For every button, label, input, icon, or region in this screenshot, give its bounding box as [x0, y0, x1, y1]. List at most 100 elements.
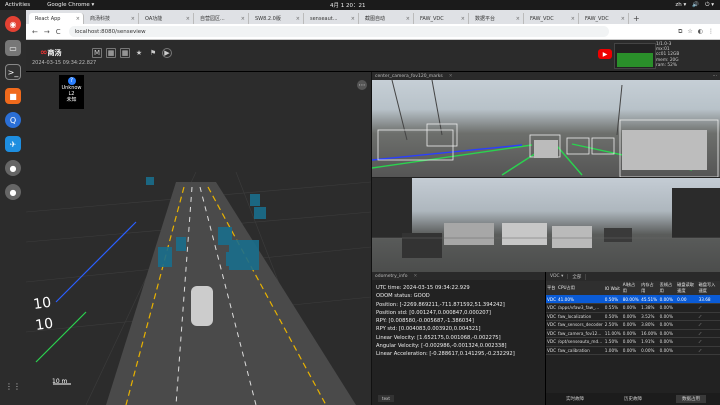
menu-icon[interactable]: ⋮	[708, 28, 714, 36]
chrome-icon[interactable]: ◉	[5, 16, 21, 32]
system-tray[interactable]: zh ▾ 🔊 ⏻ ▾	[675, 2, 714, 9]
table-row[interactable]: VDC faw_calibration 1.00% 0.00% 0.00% 0.00% ⟋	[546, 346, 720, 355]
table-row[interactable]: VDC 41.00% 0.50% 80.00% 45.51% 0.00% 0.00 33.68	[546, 295, 720, 304]
tab-11[interactable]: FAW_VDC ×	[579, 13, 629, 24]
odometry-header: odometry_info ✕	[372, 272, 545, 280]
camera-menu-button[interactable]: ⋯	[713, 74, 718, 79]
col-mem: 内存占用	[640, 281, 659, 295]
table-row[interactable]: VDC faw_sensors_decoder 2.50% 0.00% 3.80% 0.0…	[546, 320, 720, 330]
table-row[interactable]: VDC/opt/senseauto_md... 1.50% 0.00% 1.91% 0.…	[546, 337, 720, 347]
star-tool-button[interactable]: ★	[134, 48, 144, 58]
tab-3[interactable]: OA功能 ×	[139, 13, 194, 24]
realtime-fault-button[interactable]: 实时故障	[560, 395, 590, 403]
col-platform: 平台	[546, 281, 558, 295]
camera-title: center_camera_fov120_marks	[375, 73, 443, 79]
video-icon[interactable]: ▶	[598, 49, 612, 59]
tab-react-app[interactable]: React App ×	[29, 13, 84, 24]
browser-tabs: React App × 商汤科技 × OA功能 × 自营园区... × SW8.2.0版…	[26, 10, 720, 24]
new-tab-button[interactable]: +	[633, 14, 640, 23]
forward-icon[interactable]: →	[44, 28, 50, 36]
3d-scene-view[interactable]: 10 10 ? Unknow L2 未知 ⋯ 10 m	[26, 72, 371, 405]
browser-actions: ⧉ ☆ ◐ ⋮	[678, 28, 714, 36]
odometry-body: UTC time: 2024-03-15 09:34:22.929 ODOM s…	[372, 280, 545, 363]
close-icon[interactable]: ✕	[449, 74, 453, 79]
grid2-tool-button[interactable]: ▦	[120, 48, 130, 58]
disk-icon[interactable]: ●	[5, 160, 21, 176]
table-row[interactable]: VDC/apps/vfaw3_faw_... 0.55% 0.00% 1.38% 0.0…	[546, 303, 720, 313]
input-method[interactable]: zh ▾	[675, 2, 686, 9]
profile-icon[interactable]: ◐	[698, 28, 703, 36]
star-icon[interactable]: ☆	[687, 28, 692, 36]
odom-line: Position std: [0.001247,0.000847,0.00020…	[376, 309, 491, 316]
table-row[interactable]: VDC faw_localization 0.50% 0.00% 3.52% 0.00% ⟋	[546, 312, 720, 321]
play-tool-button[interactable]: ▶	[162, 48, 172, 58]
data-usage-button[interactable]: 数据占用	[676, 395, 706, 403]
files-icon[interactable]: ▭	[5, 40, 21, 56]
disk2-icon[interactable]: ●	[5, 184, 21, 200]
tab-6[interactable]: senseaut... ×	[304, 13, 359, 24]
system-info: 1/1.0-3 mx:01 cc01 12GB mem: 20G ram: 52%	[656, 42, 680, 68]
odom-line: Angular Velocity: [-0.002986,-0.001324,0…	[376, 343, 507, 350]
tab-2[interactable]: 商汤科技 ×	[84, 13, 139, 24]
terminal-icon[interactable]: >_	[5, 64, 21, 80]
platform-select[interactable]: VDC ▾	[546, 274, 569, 279]
odom-line: RPY std: [0.004083,0.003920,0.004321]	[376, 326, 481, 333]
view-menu-button[interactable]: ⋯	[357, 80, 367, 90]
table-row[interactable]: VDC faw_camera_fov12... 11.00% 0.00% 16.00% 0…	[546, 329, 720, 338]
system-topbar: Activities Google Chrome ▾ 4月 1 20：21 zh…	[0, 0, 720, 10]
col-cpu: CPU占用	[557, 281, 604, 295]
odometry-panel: odometry_info ✕ UTC time: 2024-03-15 09:…	[372, 272, 546, 405]
app-header: ∞商汤 2024-03-15 09:34:22.827 M ▦ ▦ ★ ⚑ ▶ …	[26, 40, 720, 72]
flag-tool-button[interactable]: ⚑	[148, 48, 158, 58]
search-app-icon[interactable]: Q	[5, 112, 21, 128]
measure-tool-button[interactable]: M	[92, 48, 102, 58]
lane-number-left2: 10	[34, 316, 54, 334]
power-icon[interactable]: ⏻ ▾	[705, 2, 714, 9]
system-clock[interactable]: 4月 1 20：21	[330, 1, 366, 9]
chart-icon: ⟋	[697, 337, 720, 347]
cpu-graph	[614, 43, 656, 69]
scale-label: 10 m	[52, 378, 68, 385]
odom-line: RPY: [0.008580,-0.005687,-1.386034]	[376, 318, 474, 325]
performance-buttons: 实时故障 历史故障 数据占用	[546, 393, 720, 405]
lane-number-left: 10	[32, 295, 52, 313]
odom-line: Linear Velocity: [1.652175,0.001068,-0.0…	[376, 334, 501, 341]
url-field[interactable]: localhost:8080/senseview	[68, 26, 609, 37]
performance-tabs: VDC ▾ 全部	[546, 272, 720, 281]
extension-icon[interactable]: ⧉	[678, 28, 682, 36]
reload-icon[interactable]: C	[56, 28, 61, 36]
ubuntu-dock: ◉ ▭ >_ ■ Q ✈ ● ● ⋮⋮	[0, 10, 26, 405]
tab-5[interactable]: SW8.2.0版 ×	[249, 13, 304, 24]
app-menu[interactable]: Google Chrome ▾	[47, 2, 94, 8]
filter-all[interactable]: 全部	[568, 273, 587, 280]
text-view-button[interactable]: text	[378, 395, 394, 402]
tab-4[interactable]: 自营园区... ×	[194, 13, 249, 24]
tab-10[interactable]: FAW_VDC ×	[524, 13, 579, 24]
close-icon[interactable]: ✕	[413, 274, 417, 279]
chart-icon: ⟋	[697, 320, 720, 330]
tab-8[interactable]: FAW_VDC ×	[414, 13, 469, 24]
postman-icon[interactable]: ■	[5, 88, 21, 104]
col-ai: AI核占用	[621, 281, 641, 295]
camera-panel: center_camera_fov120_marks ✕ ⋯	[371, 72, 720, 272]
camera-view-rear	[372, 178, 720, 272]
address-bar-row: ← → C localhost:8080/senseview ⧉ ☆ ◐ ⋮	[26, 24, 720, 40]
unknown-indicator[interactable]: ? Unknow L2 未知	[59, 75, 84, 109]
grid-tool-button[interactable]: ▦	[106, 48, 116, 58]
show-apps-icon[interactable]: ⋮⋮	[5, 378, 21, 394]
chart-icon: ⟋	[697, 346, 720, 355]
odom-line: ODOM status: GOOD	[376, 293, 430, 300]
feishu-icon[interactable]: ✈	[5, 136, 21, 152]
tab-7[interactable]: 截图自动 ×	[359, 13, 414, 24]
odom-line: UTC time: 2024-03-15 09:34:22.929	[376, 285, 470, 291]
col-iowait: IO Wait	[603, 281, 622, 295]
camera-view-front	[371, 79, 720, 178]
col-disk-write: 磁盘写入速度	[697, 281, 720, 295]
tab-9[interactable]: 数据平台 ×	[469, 13, 524, 24]
ego-car	[191, 286, 213, 326]
infinity-logo-icon: ∞	[40, 48, 48, 58]
activities-button[interactable]: Activities	[5, 2, 30, 8]
history-fault-button[interactable]: 历史故障	[618, 395, 648, 403]
back-icon[interactable]: ←	[32, 28, 38, 36]
volume-icon[interactable]: 🔊	[692, 2, 699, 9]
